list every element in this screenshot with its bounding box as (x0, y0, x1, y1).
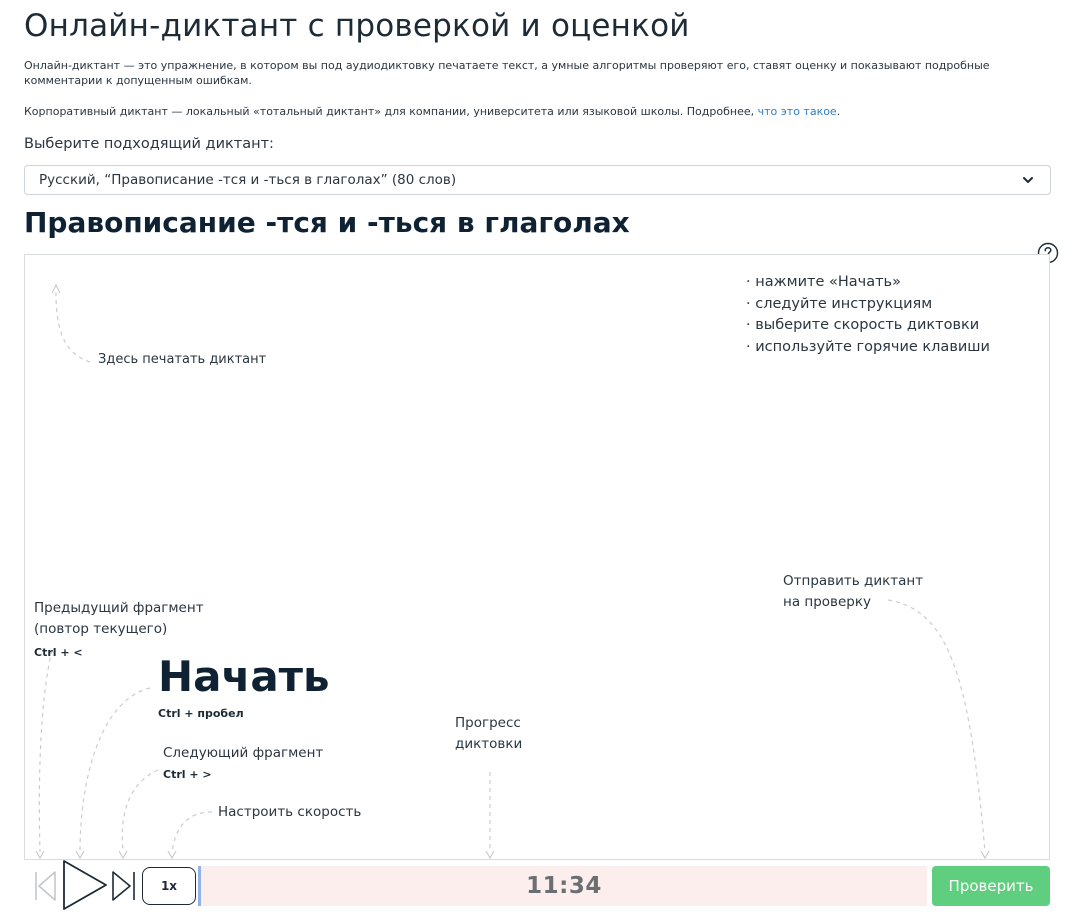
prev-fragment-icon[interactable] (32, 868, 58, 904)
corporate-text-body: Корпоративный диктант — локальный «тотал… (24, 105, 758, 118)
send-hint-line2: на проверку (783, 594, 872, 610)
intro-text: Онлайн-диктант — это упражнение, в котор… (24, 59, 990, 87)
dictation-title: Правописание -тся и -ться в глаголах (24, 206, 630, 239)
play-icon[interactable] (60, 858, 110, 912)
instruction-item: выберите скорость диктовки (746, 315, 990, 337)
progress-hint-line2: диктовки (455, 736, 523, 752)
chevron-down-icon (1023, 177, 1033, 183)
instruction-item: следуйте инструкциям (746, 294, 990, 316)
start-shortcut: Ctrl + пробел (158, 707, 244, 720)
corporate-text: Корпоративный диктант — локальный «тотал… (24, 104, 840, 119)
type-here-hint: Здесь печатать диктант (98, 352, 267, 367)
prev-fragment-hint-line1: Предыдущий фрагмент (34, 600, 204, 616)
dictation-select-label: Выберите подходящий диктант: (24, 136, 274, 152)
progress-hint: Прогресс диктовки (455, 713, 545, 755)
progress-hint-line1: Прогресс (455, 715, 521, 731)
next-fragment-hint: Следующий фрагмент (163, 745, 324, 761)
speed-hint: Настроить скорость (218, 804, 362, 820)
next-fragment-icon[interactable] (110, 868, 138, 904)
dictation-select[interactable]: Русский, “Правописание -тся и -ться в гл… (24, 165, 1051, 195)
page-title: Онлайн-диктант с проверкой и оценкой (24, 8, 690, 44)
instruction-item: нажмите «Начать» (746, 272, 990, 294)
dictation-select-value: Русский, “Правописание -тся и -ться в гл… (39, 172, 457, 188)
timer: 11:34 (526, 873, 602, 899)
dictation-progress-bar: 11:34 (198, 866, 927, 906)
check-button[interactable]: Проверить (932, 866, 1050, 906)
instruction-item: используйте горячие клавиши (746, 337, 990, 359)
speed-button[interactable]: 1x (142, 867, 196, 905)
what-is-this-link[interactable]: что это такое (758, 105, 837, 118)
corporate-text-end: . (836, 105, 841, 118)
prev-fragment-hint-line2: (повтор текущего) (34, 621, 168, 637)
send-hint-line1: Отправить диктант (783, 573, 924, 589)
send-hint: Отправить диктант на проверку (783, 571, 943, 613)
instructions-list: нажмите «Начать» следуйте инструкциям вы… (746, 272, 990, 358)
start-button[interactable]: Начать (158, 652, 330, 701)
next-fragment-shortcut: Ctrl + > (163, 768, 212, 781)
